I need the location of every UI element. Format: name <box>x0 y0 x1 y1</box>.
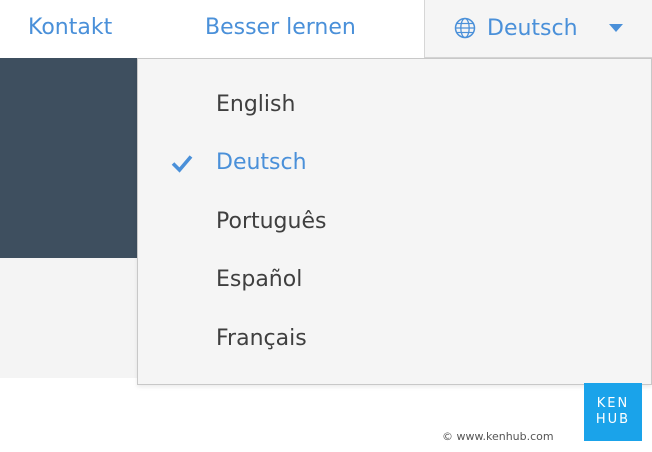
language-option-portugues[interactable]: Português <box>138 193 651 251</box>
language-option-label: Português <box>216 209 327 234</box>
language-selector-label: Deutsch <box>487 16 578 41</box>
language-selector-button[interactable]: Deutsch <box>424 0 652 58</box>
language-option-deutsch[interactable]: Deutsch <box>138 134 651 192</box>
logo-text-line1: KEN <box>596 396 630 411</box>
checkmark-icon <box>171 155 193 173</box>
globe-icon <box>454 17 476 39</box>
top-navigation: Kontakt Besser lernen Deutsch <box>0 0 652 58</box>
language-option-label: Español <box>216 267 303 292</box>
nav-link-besser-lernen[interactable]: Besser lernen <box>205 12 356 44</box>
language-option-label: English <box>216 92 296 117</box>
copyright-text: © www.kenhub.com <box>442 430 554 443</box>
language-dropdown-menu: English Deutsch Português Español França… <box>137 58 652 385</box>
nav-link-kontakt[interactable]: Kontakt <box>28 12 112 44</box>
language-option-francais[interactable]: Français <box>138 310 651 368</box>
caret-down-icon <box>609 24 623 32</box>
logo-text-line2: HUB <box>595 412 631 427</box>
language-option-label: Français <box>216 326 307 351</box>
language-option-english[interactable]: English <box>138 76 651 134</box>
language-option-espanol[interactable]: Español <box>138 251 651 309</box>
kenhub-logo[interactable]: KEN HUB <box>584 383 642 441</box>
language-option-label: Deutsch <box>216 150 307 175</box>
